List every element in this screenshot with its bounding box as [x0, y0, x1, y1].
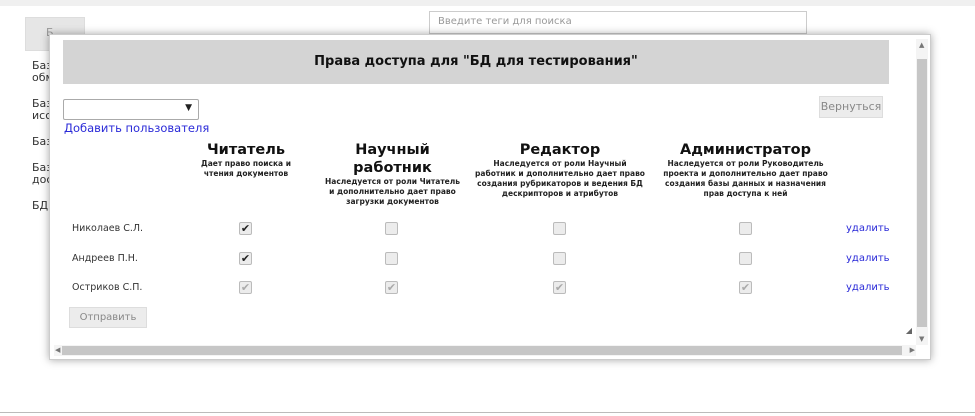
permission-checkbox: ✔: [385, 281, 398, 294]
role-name: Читатель: [206, 142, 286, 158]
browser-top-strip: [0, 0, 975, 6]
user-name: Николаев С.Л.: [72, 223, 144, 234]
dropdown-arrow-icon: ▼: [185, 103, 192, 113]
permission-checkbox: ✔: [553, 281, 566, 294]
delete-user-link[interactable]: удалить: [846, 253, 890, 264]
permission-checkbox: ✔: [739, 281, 752, 294]
submit-button[interactable]: Отправить: [69, 307, 147, 328]
scroll-right-icon[interactable]: ▶: [910, 346, 915, 354]
vertical-scrollbar[interactable]: ▲ ▼: [916, 39, 928, 345]
role-header-reader: Читатель Дает право поиска и чтения доку…: [186, 141, 306, 179]
tag-search-input[interactable]: Введите теги для поиска: [429, 11, 807, 34]
role-header-editor: Редактор Наследуется от роли Научный раб…: [475, 141, 645, 199]
permission-checkbox[interactable]: [739, 222, 752, 235]
delete-user-link[interactable]: удалить: [846, 282, 890, 293]
role-description: Наследуется от роли Научный работник и д…: [475, 159, 645, 198]
scroll-left-icon[interactable]: ◀: [55, 346, 60, 354]
add-user-link[interactable]: Добавить пользователя: [64, 121, 209, 135]
user-select[interactable]: ▼: [63, 99, 199, 120]
scrollbar-thumb[interactable]: [62, 346, 902, 355]
horizontal-scrollbar[interactable]: ◀ ▶: [54, 345, 916, 356]
role-header-admin: Администратор Наследуется от роли Руково…: [658, 141, 833, 199]
role-description: Дает право поиска и чтения документов: [201, 159, 291, 178]
divider: [0, 412, 975, 413]
role-name: Научный работник: [353, 142, 432, 176]
scroll-up-icon[interactable]: ▲: [919, 41, 924, 49]
resize-grip-icon[interactable]: ◢: [906, 326, 912, 335]
permission-checkbox[interactable]: [385, 222, 398, 235]
permission-checkbox[interactable]: [553, 222, 566, 235]
role-description: Наследуется от роли Читатель и дополните…: [325, 177, 460, 206]
permission-checkbox[interactable]: ✔: [239, 252, 252, 265]
user-name: Остриков С.П.: [72, 282, 143, 293]
permission-checkbox[interactable]: [385, 252, 398, 265]
dialog-title: Права доступа для "БД для тестирования": [63, 40, 889, 84]
role-name: Администратор: [679, 142, 812, 158]
role-description: Наследуется от роли Руководитель проекта…: [663, 159, 828, 198]
access-rights-dialog: Права доступа для "БД для тестирования" …: [49, 34, 931, 360]
user-name: Андреев П.Н.: [72, 253, 138, 264]
delete-user-link[interactable]: удалить: [846, 223, 890, 234]
role-name: Редактор: [519, 142, 601, 158]
role-header-researcher: Научный работник Наследуется от роли Чит…: [325, 141, 460, 207]
back-button[interactable]: Вернуться: [819, 96, 883, 118]
permission-checkbox[interactable]: ✔: [239, 222, 252, 235]
permission-checkbox: ✔: [239, 281, 252, 294]
scroll-down-icon[interactable]: ▼: [919, 335, 924, 343]
permission-checkbox[interactable]: [553, 252, 566, 265]
permission-checkbox[interactable]: [739, 252, 752, 265]
scrollbar-thumb[interactable]: [917, 59, 927, 327]
